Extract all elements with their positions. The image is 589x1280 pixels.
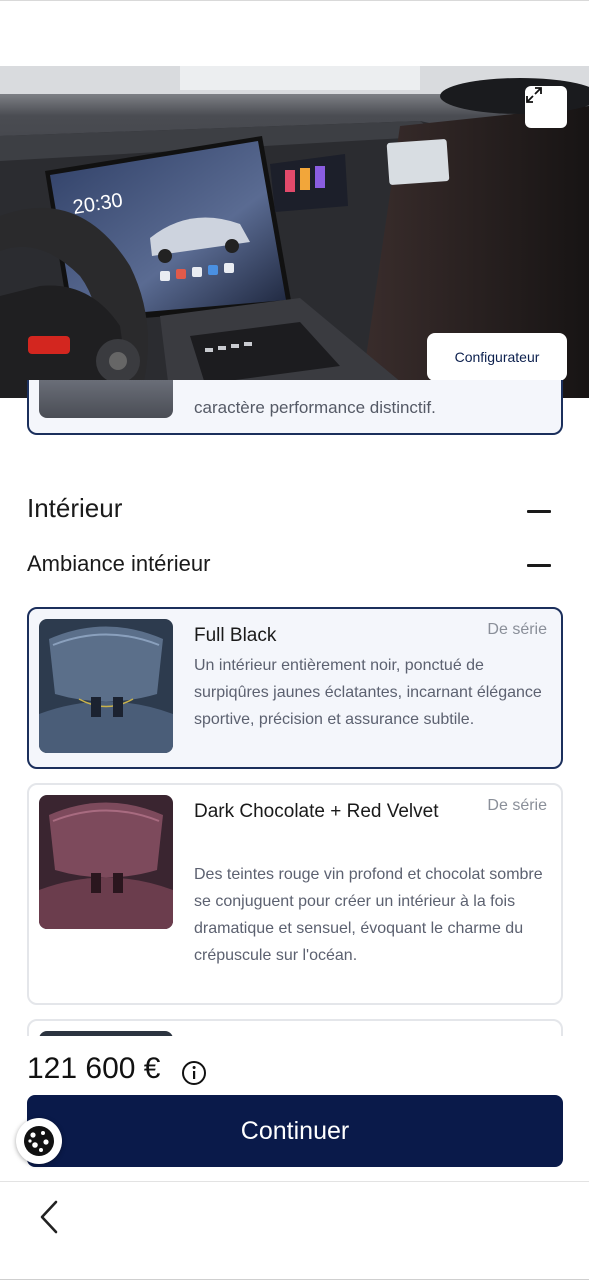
cookie-icon — [24, 1126, 54, 1156]
option-name: Full Black — [194, 625, 277, 646]
option-name: Dark Chocolate + Red Velvet — [194, 801, 439, 822]
continue-button[interactable]: Continuer — [27, 1095, 563, 1167]
previous-option-description: caractère performance distinctif. — [194, 398, 436, 417]
option-thumbnail — [39, 619, 173, 753]
option-standard-tag: De série — [487, 621, 547, 638]
top-bar — [0, 0, 589, 66]
option-description: Un intérieur entièrement noir, ponctué d… — [194, 657, 542, 728]
total-price: 121 600 € — [27, 1052, 161, 1085]
chevron-left-icon[interactable] — [34, 1198, 64, 1236]
bottom-navigation-bar — [0, 1181, 589, 1280]
previous-option-card[interactable]: caractère performance distinctif. — [27, 380, 563, 435]
subsection-title-ambiance: Ambiance intérieur — [27, 551, 211, 576]
info-icon[interactable] — [181, 1060, 207, 1086]
option-standard-tag: De série — [487, 797, 547, 814]
expand-icon — [526, 87, 542, 103]
cookie-settings-button[interactable] — [16, 1118, 62, 1164]
option-thumbnail — [39, 795, 173, 929]
section-title-interieur: Intérieur — [27, 493, 123, 523]
expand-view-button[interactable] — [525, 86, 567, 128]
option-description: Des teintes rouge vin profond et chocola… — [194, 866, 543, 964]
collapse-ambiance-button[interactable] — [527, 564, 551, 567]
collapse-interieur-button[interactable] — [527, 510, 551, 513]
interior-hero-image[interactable]: 20:30 Configurateur — [0, 66, 589, 398]
option-card-dark-chocolate-red-velvet[interactable]: Dark Chocolate + Red Velvet De série Des… — [27, 783, 563, 1005]
configurator-button[interactable]: Configurateur — [427, 333, 567, 381]
previous-option-thumbnail — [39, 380, 173, 418]
option-card-full-black[interactable]: Full Black De série Un intérieur entière… — [27, 607, 563, 769]
